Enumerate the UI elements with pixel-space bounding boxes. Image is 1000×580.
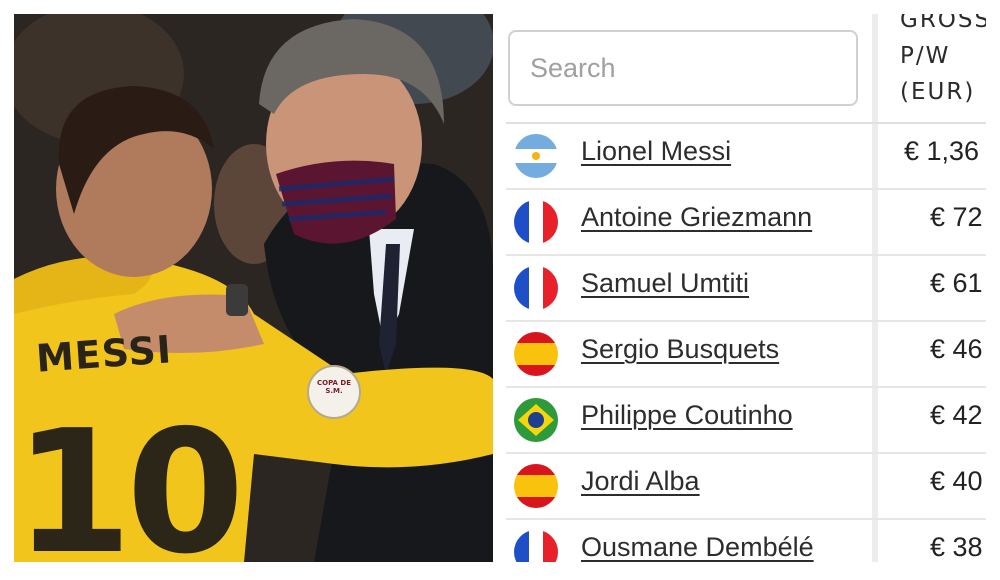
table-row: Lionel Messi € 1,36: [506, 124, 986, 190]
table-row: Ousmane Dembélé € 38: [506, 520, 986, 562]
player-link-messi[interactable]: Lionel Messi: [581, 136, 731, 167]
player-link-coutinho[interactable]: Philippe Coutinho: [581, 400, 793, 431]
table-row: Sergio Busquets € 46: [506, 322, 986, 388]
salary-value: € 40: [930, 466, 983, 496]
header-line-2: P/W: [900, 43, 951, 69]
table-row: Jordi Alba € 40: [506, 454, 986, 520]
table-row: Samuel Umtiti € 61: [506, 256, 986, 322]
table-row: Antoine Griezmann € 72: [506, 190, 986, 256]
salary-value: € 1,36: [904, 136, 980, 166]
player-link-alba[interactable]: Jordi Alba: [581, 466, 700, 497]
player-photo: MESSI 10 COPA DE S.M.: [14, 14, 493, 562]
salary-value: € 61: [930, 268, 983, 298]
salary-table: GROSS P/W (EUR) Lionel Messi € 1,36 Anto…: [506, 14, 986, 562]
header-line-3: (EUR): [900, 79, 976, 105]
player-link-umtiti[interactable]: Samuel Umtiti: [581, 268, 749, 299]
france-flag-icon: [514, 200, 558, 244]
sleeve-badge-text: COPA DE S.M.: [316, 379, 352, 395]
player-link-dembele[interactable]: Ousmane Dembélé: [581, 532, 814, 562]
salary-value: € 38: [930, 532, 983, 562]
france-flag-icon: [514, 530, 558, 562]
spain-flag-icon: [514, 332, 558, 376]
salary-column-header[interactable]: GROSS P/W (EUR): [900, 14, 986, 110]
salary-value: € 46: [930, 334, 983, 364]
argentina-flag-icon: [514, 134, 558, 178]
player-link-griezmann[interactable]: Antoine Griezmann: [581, 202, 812, 233]
header-line-1: GROSS: [900, 14, 986, 33]
salary-value: € 72: [930, 202, 983, 232]
search-input[interactable]: [508, 30, 858, 106]
brazil-flag-icon: [514, 398, 558, 442]
france-flag-icon: [514, 266, 558, 310]
spain-flag-icon: [514, 464, 558, 508]
shirt-number-print: 10: [14, 394, 245, 562]
salary-value: € 42: [930, 400, 983, 430]
table-row: Philippe Coutinho € 42: [506, 388, 986, 454]
player-link-busquets[interactable]: Sergio Busquets: [581, 334, 779, 365]
